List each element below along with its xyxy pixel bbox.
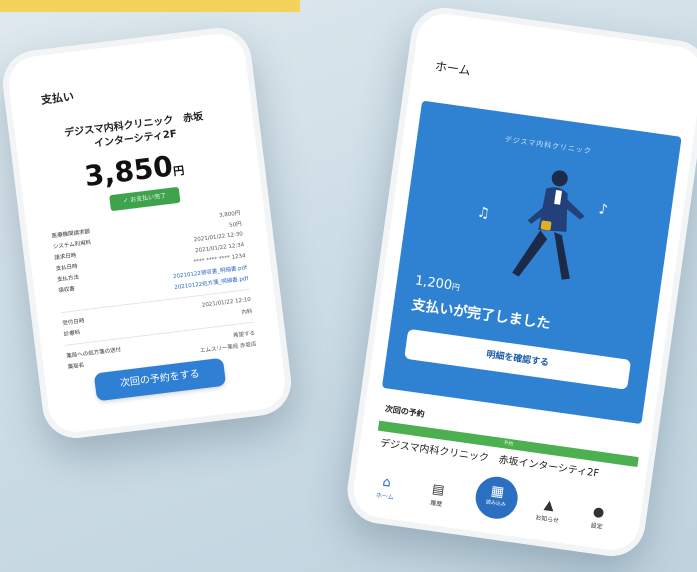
amount-value: 3,850 — [82, 149, 175, 194]
qr-icon: ▦ — [489, 482, 506, 501]
card-amount-value: 1,200 — [414, 273, 453, 294]
tab-settings[interactable]: ● 設定 — [576, 502, 619, 532]
tab-label: 読み込み — [485, 499, 507, 509]
detail-value: 50円 — [228, 220, 242, 229]
tab-label: 設定 — [590, 522, 604, 531]
history-icon: ▤ — [431, 481, 446, 499]
clinic-name: デジスマ内科クリニック 赤坂 インターシティ2F — [63, 111, 204, 150]
tab-label: ホーム — [375, 491, 395, 502]
tab-label: 履歴 — [429, 499, 443, 509]
bell-icon: ▲ — [543, 497, 556, 514]
card-amount-unit: 円 — [451, 282, 461, 293]
detail-label: 診療科 — [63, 329, 81, 338]
home-screen: ホーム デジスマ内科クリニック ♫ ♪ 1,200円 支払いが完了しました 明細… — [354, 14, 697, 550]
walking-person-illustration — [512, 170, 585, 280]
tab-notifications[interactable]: ▲ お知らせ — [527, 495, 570, 525]
detail-label: 薬局名 — [67, 362, 85, 371]
page-title: 支払い — [40, 89, 75, 107]
top-banner-strip — [0, 0, 300, 12]
music-note-icon: ♫ — [476, 204, 491, 222]
view-details-button[interactable]: 明細を確認する — [404, 328, 632, 390]
payment-screen: 支払い デジスマ内科クリニック 赤坂 インターシティ2F 3,850円 ✓ お支… — [10, 35, 284, 431]
payment-details: 医療機関請求額 3,800円 システム利用料 50円 請求日時 2021/01/22 … — [51, 207, 257, 372]
card-amount: 1,200円 — [414, 273, 461, 294]
payment-amount: 3,850円 — [82, 148, 186, 194]
payment-phone: 支払い デジスマ内科クリニック 赤坂 インターシティ2F 3,850円 ✓ お支… — [0, 24, 295, 442]
detail-value: 内科 — [241, 308, 253, 316]
tab-history[interactable]: ▤ 履歴 — [416, 480, 459, 510]
detail-label: 領収書 — [58, 285, 76, 294]
payment-complete-message: 支払いが完了しました — [410, 297, 552, 333]
payment-complete-card: デジスマ内科クリニック ♫ ♪ 1,200円 支払いが完了しました 明細を確認す… — [381, 100, 682, 425]
amount-unit: 円 — [172, 164, 186, 179]
tab-scan[interactable]: ▦ 読み込み — [472, 474, 521, 522]
user-icon: ● — [591, 504, 606, 521]
next-reservation-title: 次回の予約 — [384, 404, 426, 419]
home-icon: ⌂ — [381, 474, 392, 491]
tab-label: お知らせ — [534, 514, 560, 525]
tab-home[interactable]: ⌂ ホーム — [364, 473, 407, 503]
page-title: ホーム — [434, 59, 472, 78]
home-phone: ホーム デジスマ内科クリニック ♫ ♪ 1,200円 支払いが完了しました 明細… — [343, 3, 697, 561]
status-badge: ✓ お支払い完了 — [109, 186, 181, 212]
